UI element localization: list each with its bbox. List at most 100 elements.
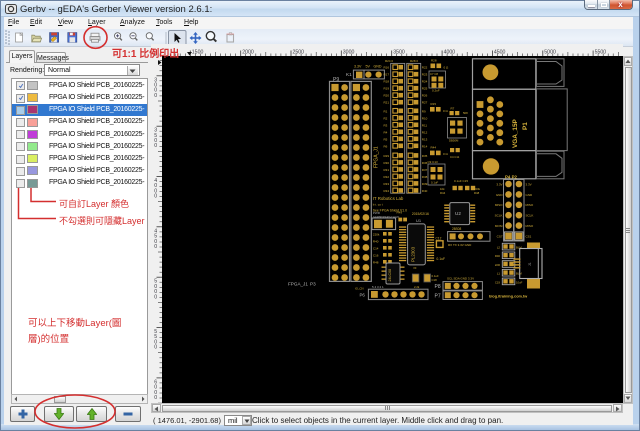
svg-text:R37: R37 xyxy=(422,168,428,172)
svg-text:R3: R3 xyxy=(384,123,388,127)
svg-text:0.1uF: 0.1uF xyxy=(436,257,445,261)
svg-text:CS1: CS1 xyxy=(526,234,532,238)
svg-text:R23: R23 xyxy=(422,73,428,77)
svg-text:R16: R16 xyxy=(384,66,390,70)
svg-text:R31: R31 xyxy=(384,168,390,172)
svg-text:R33: R33 xyxy=(384,182,390,186)
svg-text:0 Ω: 0 Ω xyxy=(444,66,450,70)
svg-text:C4 C11: C4 C11 xyxy=(450,155,460,159)
svg-text:R26: R26 xyxy=(422,94,428,98)
svg-text:P7: P7 xyxy=(435,293,441,299)
svg-text:2015/02/16: 2015/02/16 xyxy=(412,212,429,216)
svg-text:R13: R13 xyxy=(422,137,428,141)
svg-text:1500: 1500 xyxy=(192,50,204,56)
svg-text:3.3V: 3.3V xyxy=(496,182,502,186)
svg-text:5000: 5000 xyxy=(544,50,556,56)
svg-text:0.1uF: 0.1uF xyxy=(432,274,439,278)
svg-text:MISO: MISO xyxy=(526,203,534,207)
svg-text:R32: R32 xyxy=(384,175,390,179)
svg-text:0.1uF: 0.1uF xyxy=(431,181,438,185)
svg-text:508: 508 xyxy=(463,111,468,115)
svg-text:0: 0 xyxy=(154,345,157,351)
svg-text:FPGA_J1: FPGA_J1 xyxy=(288,282,308,287)
svg-text:MOSI: MOSI xyxy=(495,224,503,228)
svg-text:PL2303: PL2303 xyxy=(411,246,416,262)
svg-text:CS7: CS7 xyxy=(497,234,503,238)
svg-text:P6: P6 xyxy=(360,293,366,298)
svg-text:C18: C18 xyxy=(432,278,438,282)
svg-text:0.2uF: 0.2uF xyxy=(432,89,440,93)
svg-text:SCLK: SCLK xyxy=(526,214,534,218)
svg-text:R27: R27 xyxy=(422,101,428,105)
svg-text:C12: C12 xyxy=(436,237,442,241)
svg-text:U2: U2 xyxy=(455,211,461,216)
svg-text:R14: R14 xyxy=(422,144,428,148)
svg-text:R20: R20 xyxy=(384,94,390,98)
svg-text:0.1uF C15: 0.1uF C15 xyxy=(454,179,468,183)
svg-text:R46: R46 xyxy=(495,254,501,258)
svg-text:R21: R21 xyxy=(384,101,390,105)
svg-text:IO_CN: IO_CN xyxy=(355,287,364,291)
svg-text:C7 C8: C7 C8 xyxy=(430,72,438,76)
svg-text:0: 0 xyxy=(154,294,157,300)
svg-text:R10: R10 xyxy=(422,116,428,120)
svg-text:220k: 220k xyxy=(474,187,481,191)
svg-text:R7: R7 xyxy=(451,107,455,111)
svg-text:IT Robotics Lab: IT Robotics Lab xyxy=(373,196,404,201)
svg-text:R9: R9 xyxy=(422,109,426,113)
svg-text:0: 0 xyxy=(154,244,157,250)
svg-text:R24: R24 xyxy=(422,80,428,84)
svg-text:MISO: MISO xyxy=(495,203,503,207)
svg-text:10uF: 10uF xyxy=(516,280,523,284)
svg-text:2.2k: 2.2k xyxy=(414,285,420,289)
svg-text:3.3V: 3.3V xyxy=(354,65,362,69)
svg-text:0 Ω: 0 Ω xyxy=(443,152,449,156)
svg-text:GND: GND xyxy=(526,193,534,197)
svg-text:2000: 2000 xyxy=(242,50,254,56)
svg-text:R1: R1 xyxy=(384,109,388,113)
svg-text:C16: C16 xyxy=(373,254,379,258)
svg-text:R38: R38 xyxy=(422,175,428,179)
svg-text:0: 0 xyxy=(154,395,157,401)
svg-text:C9 C13: C9 C13 xyxy=(428,160,439,164)
svg-text:GND: GND xyxy=(496,193,504,197)
svg-text:P9: P9 xyxy=(333,77,339,83)
svg-text:4000: 4000 xyxy=(444,50,456,56)
svg-text:b t. co t: b t. co t xyxy=(373,203,383,207)
svg-text:R40: R40 xyxy=(373,240,379,244)
svg-text:3000: 3000 xyxy=(343,50,355,56)
svg-text:R48: R48 xyxy=(474,191,480,195)
svg-text:22R: 22R xyxy=(495,263,500,267)
svg-text:R5: R5 xyxy=(384,137,388,141)
svg-text:R18: R18 xyxy=(384,80,390,84)
svg-text:2500: 2500 xyxy=(293,50,305,56)
svg-text:R40: R40 xyxy=(422,189,428,193)
svg-text:R22: R22 xyxy=(422,66,428,70)
svg-text:R29: R29 xyxy=(384,154,390,158)
svg-text:R30: R30 xyxy=(384,161,390,165)
svg-text:R35: R35 xyxy=(422,154,428,158)
svg-text:5V: 5V xyxy=(366,65,371,69)
svg-text:R25: R25 xyxy=(422,87,428,91)
svg-text:R49: R49 xyxy=(397,210,403,214)
svg-text:R36: R36 xyxy=(422,161,428,165)
svg-text:3.3V: 3.3V xyxy=(526,182,532,186)
svg-text:RX TX 3.3V GND: RX TX 3.3V GND xyxy=(448,243,472,247)
svg-text:5500: 5500 xyxy=(595,50,607,56)
svg-text:0: 0 xyxy=(154,194,157,200)
svg-text:P1: P1 xyxy=(522,122,529,130)
svg-text:R28 0: R28 0 xyxy=(410,59,418,63)
svg-text:GER8000FPGCHLIN: GER8000FPGCHLIN xyxy=(373,215,399,219)
svg-text:R17: R17 xyxy=(384,73,390,77)
svg-text:P3: P3 xyxy=(310,282,316,287)
svg-text:K1: K1 xyxy=(346,72,352,77)
svg-text:R12: R12 xyxy=(422,130,428,134)
svg-text:R28: R28 xyxy=(431,59,437,63)
svg-text:PWR: PWR xyxy=(373,211,381,215)
svg-text:L2: L2 xyxy=(497,246,501,250)
svg-text:220k: 220k xyxy=(373,233,380,237)
svg-text:C19: C19 xyxy=(495,280,501,284)
svg-text:J1: J1 xyxy=(528,262,532,266)
svg-text:blog.itraining.com.tw: blog.itraining.com.tw xyxy=(489,295,527,299)
svg-text:R44: R44 xyxy=(440,191,446,195)
